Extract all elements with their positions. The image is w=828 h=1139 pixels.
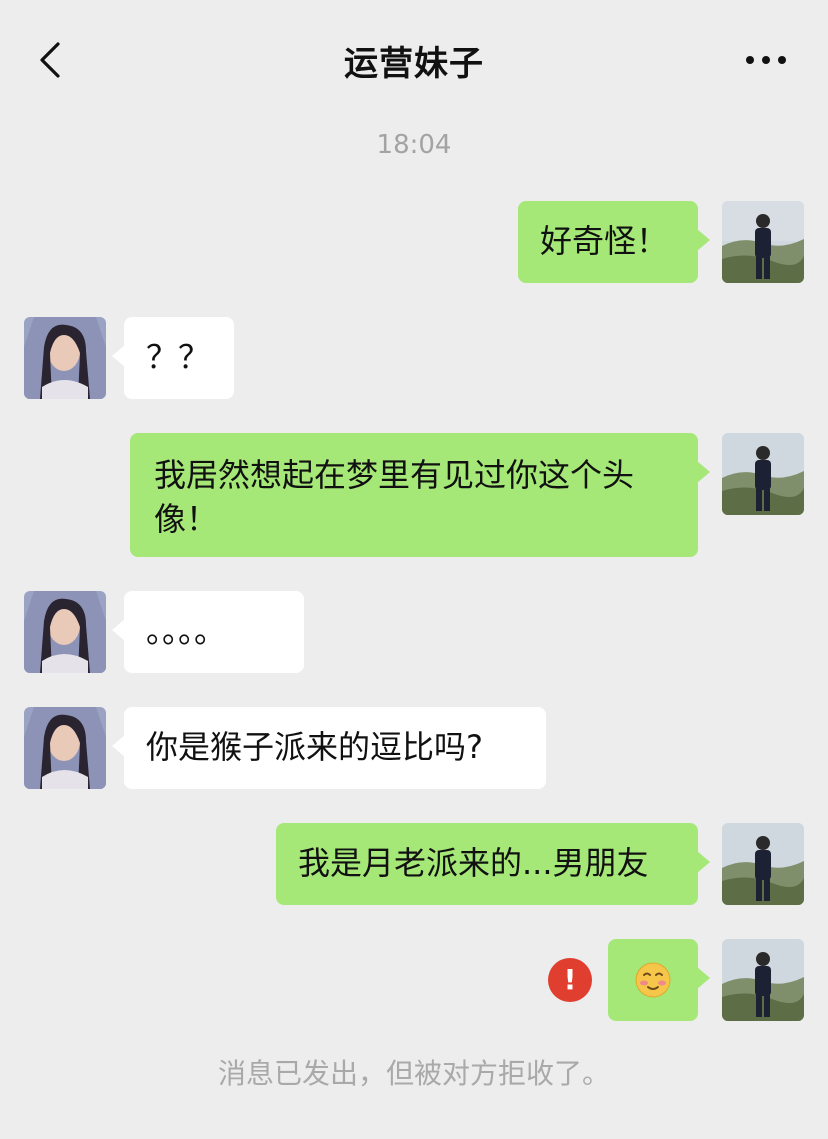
my-avatar[interactable]: [722, 201, 804, 283]
message-bubble-sent[interactable]: 我居然想起在梦里有见过你这个头像！: [130, 433, 710, 557]
message-bubble-received[interactable]: 你是猴子派来的逗比吗?: [112, 707, 546, 789]
message-bubble-received[interactable]: ？？: [112, 317, 234, 399]
message-bubble-sent[interactable]: 我是月老派来的...男朋友: [276, 823, 710, 905]
message-text: ？？: [146, 338, 211, 376]
my-avatar[interactable]: [722, 433, 804, 515]
message-text: 我居然想起在梦里有见过你这个头像！: [154, 456, 635, 538]
message-bubble-sent[interactable]: 好奇怪！: [518, 201, 710, 283]
message-text: 我是月老派来的...男朋友: [298, 844, 649, 882]
send-failed-icon[interactable]: !: [548, 958, 592, 1002]
chat-header: 运营妹子: [0, 0, 828, 118]
message-text: 好奇怪！: [540, 222, 669, 260]
message-timestamp: 18:04: [376, 130, 452, 160]
message-text: 你是猴子派来的逗比吗?: [146, 728, 483, 766]
more-dots-icon: [746, 56, 786, 64]
my-avatar[interactable]: [722, 823, 804, 905]
chat-title: 运营妹子: [344, 44, 484, 84]
system-notice: 消息已发出，但被对方拒收了。: [217, 1057, 610, 1090]
contact-avatar[interactable]: [24, 317, 106, 399]
contact-avatar[interactable]: [24, 591, 106, 673]
contact-avatar[interactable]: [24, 707, 106, 789]
blushing-face-emoji: [635, 962, 671, 998]
message-bubble-sent[interactable]: [608, 939, 710, 1021]
my-avatar[interactable]: [722, 939, 804, 1021]
error-mark: !: [563, 963, 577, 996]
message-text: 。。。。: [146, 612, 227, 650]
message-bubble-received[interactable]: 。。。。: [112, 591, 304, 673]
more-button[interactable]: [744, 44, 788, 76]
